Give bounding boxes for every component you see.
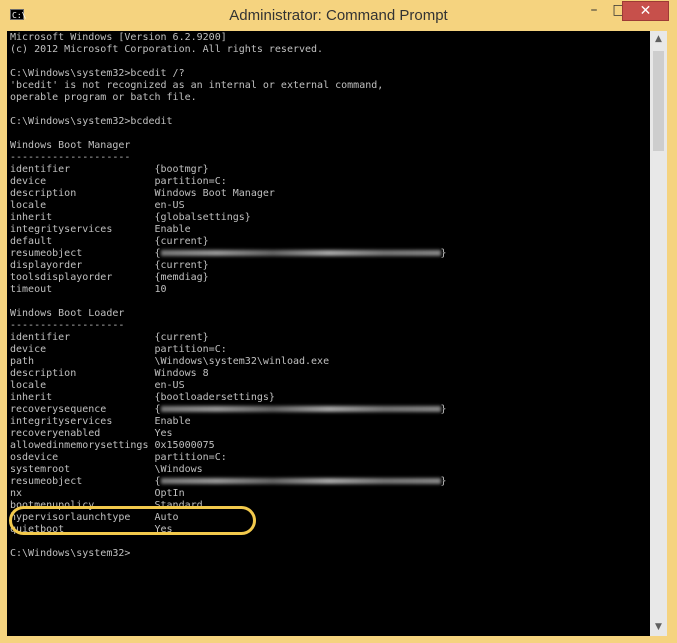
command-prompt-window: C:\ Administrator: Command Prompt – □ ✕ … (0, 0, 677, 643)
minimize-button[interactable]: – (581, 1, 607, 21)
console-line: Microsoft Windows [Version 6.2.9200] (10, 32, 227, 43)
console-line: integrityservices Enable (10, 224, 191, 235)
console-line: path \Windows\system32\winload.exe (10, 356, 330, 367)
window-title: Administrator: Command Prompt (229, 7, 448, 24)
console-line: inherit {bootloadersettings} (10, 392, 275, 403)
console-line: identifier {current} (10, 332, 209, 343)
console-line: -------------------- (10, 152, 131, 163)
redacted-guid (160, 478, 441, 484)
console-line: resumeobject {} (10, 476, 447, 487)
console-line: quietboot Yes (10, 524, 173, 535)
console-line: inherit {globalsettings} (10, 212, 251, 223)
console-output[interactable]: Microsoft Windows [Version 6.2.9200] (c) … (7, 31, 650, 636)
console-line: locale en-US (10, 200, 185, 211)
title-bar[interactable]: C:\ Administrator: Command Prompt – □ ✕ (0, 0, 677, 31)
console-text: Microsoft Windows [Version 6.2.9200] (c) … (10, 32, 447, 560)
console-line: timeout 10 (10, 284, 167, 295)
console-line: Windows Boot Manager (10, 140, 131, 151)
console-line: recoverysequence {} (10, 404, 447, 415)
console-line: osdevice partition=C: (10, 452, 227, 463)
console-line: systemroot \Windows (10, 464, 203, 475)
vertical-scrollbar[interactable]: ▲ ▼ (650, 31, 667, 636)
console-line: device partition=C: (10, 176, 227, 187)
console-line: resumeobject {} (10, 248, 447, 259)
console-line: default {current} (10, 236, 209, 247)
console-line: C:\Windows\system32>bcedit /? (10, 68, 185, 79)
console-line: toolsdisplayorder {memdiag} (10, 272, 209, 283)
console-line: identifier {bootmgr} (10, 164, 209, 175)
console-line: C:\Windows\system32>bcdedit (10, 116, 173, 127)
close-button[interactable]: ✕ (622, 1, 669, 21)
console-line: displayorder {current} (10, 260, 209, 271)
console-line: recoveryenabled Yes (10, 428, 173, 439)
console-line: description Windows 8 (10, 368, 209, 379)
console-line: nx OptIn (10, 488, 185, 499)
console-line: operable program or batch file. (10, 92, 197, 103)
console-line: description Windows Boot Manager (10, 188, 275, 199)
console-line: integrityservices Enable (10, 416, 191, 427)
scroll-up-arrow-icon[interactable]: ▲ (650, 31, 667, 48)
scroll-down-arrow-icon[interactable]: ▼ (650, 619, 667, 636)
console-line: hypervisorlaunchtype Auto (10, 512, 179, 523)
console-line: 'bcedit' is not recognized as an interna… (10, 80, 384, 91)
redacted-guid (160, 250, 441, 256)
console-line: locale en-US (10, 380, 185, 391)
console-line: C:\Windows\system32> (10, 548, 131, 559)
console-line: (c) 2012 Microsoft Corporation. All righ… (10, 44, 324, 55)
console-line: allowedinmemorysettings 0x15000075 (10, 440, 215, 451)
console-line: bootmenupolicy Standard (10, 500, 203, 511)
console-line: ------------------- (10, 320, 125, 331)
console-line: device partition=C: (10, 344, 227, 355)
redacted-guid (160, 406, 441, 412)
console-line: Windows Boot Loader (10, 308, 125, 319)
scrollbar-thumb[interactable] (653, 51, 664, 151)
